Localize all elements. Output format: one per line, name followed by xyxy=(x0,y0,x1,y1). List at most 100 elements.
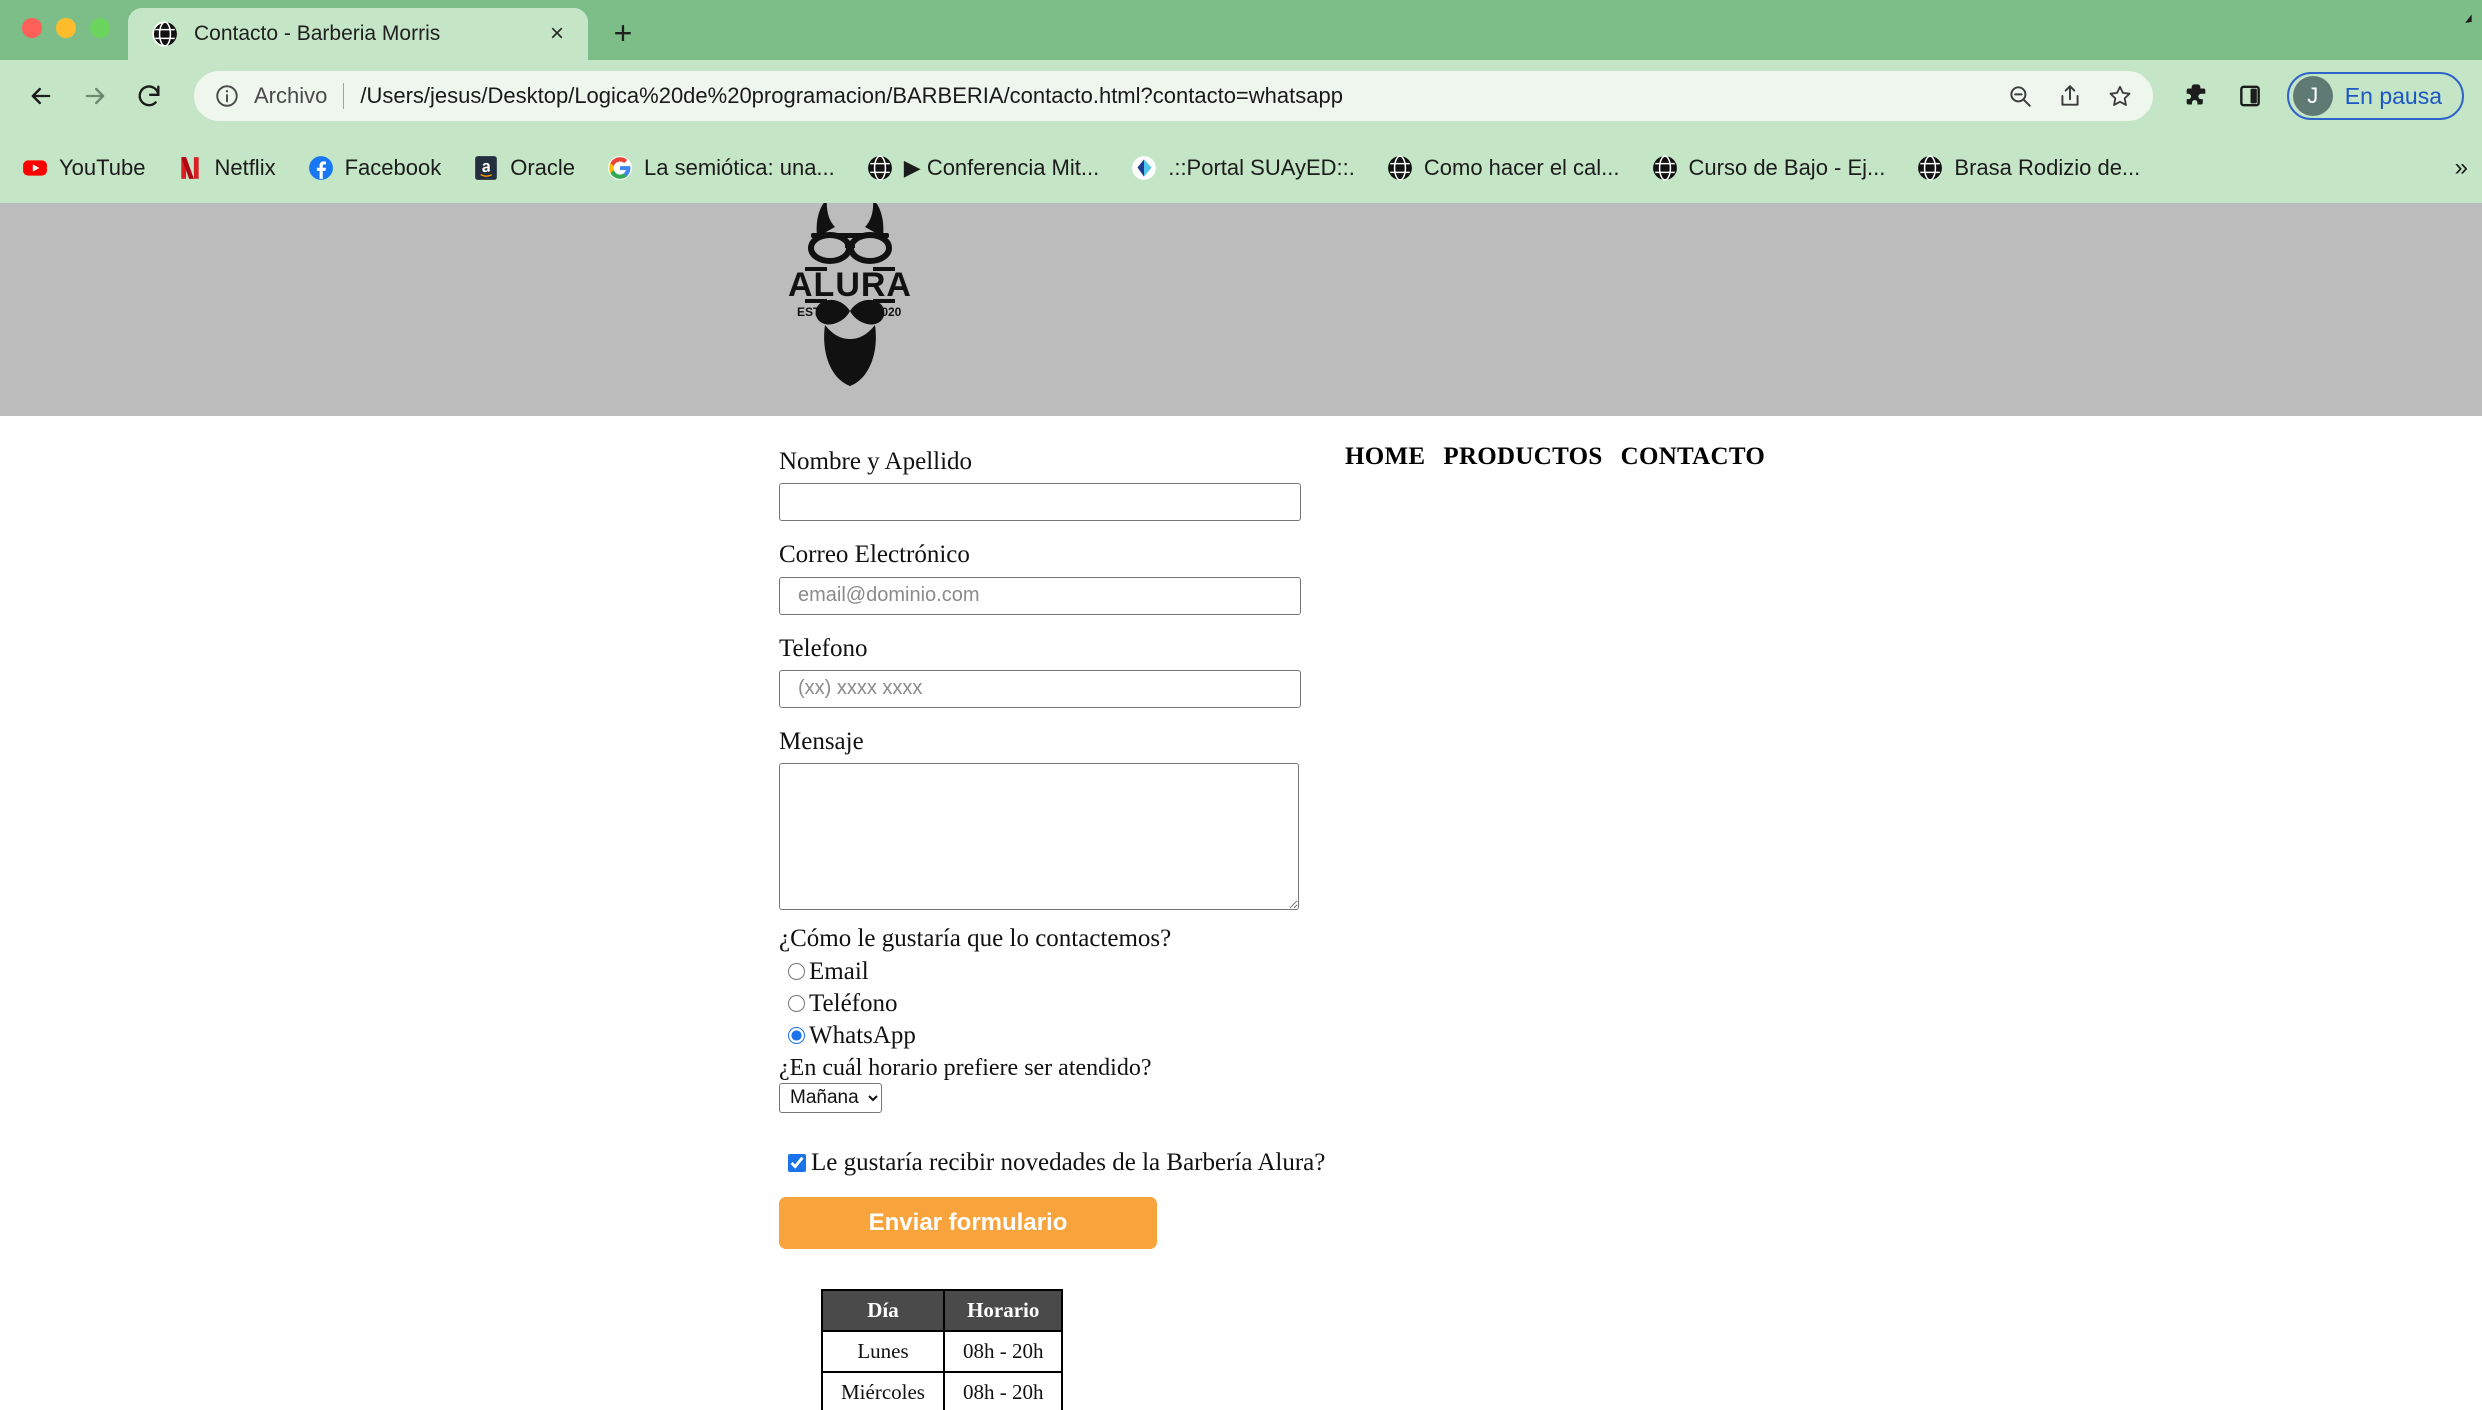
table-header-horario: Horario xyxy=(942,1288,1064,1332)
newsletter-checkbox-row[interactable]: Le gustaría recibir novedades de la Barb… xyxy=(788,1149,2482,1177)
browser-tab[interactable]: Contacto - Barberia Morris × xyxy=(128,8,588,60)
bookmark-item[interactable]: Brasa Rodizio de... xyxy=(1901,147,2156,189)
nombre-input[interactable] xyxy=(779,483,1301,522)
google-icon xyxy=(607,155,633,181)
schedule-select[interactable]: Mañana Tarde Noche xyxy=(779,1082,882,1113)
url-scheme-label: Archivo xyxy=(254,83,328,108)
info-icon[interactable] xyxy=(214,83,240,109)
nav-link-home[interactable]: HOME xyxy=(1345,443,1425,471)
reload-button[interactable] xyxy=(126,73,172,119)
globe-icon xyxy=(1652,154,1678,181)
table-cell-day: Miércoles xyxy=(821,1370,945,1410)
window-controls xyxy=(0,18,128,60)
new-tab-button[interactable]: + xyxy=(602,12,644,54)
table-row: Miércoles 08h - 20h xyxy=(821,1370,1064,1410)
bookmark-item[interactable]: Facebook xyxy=(292,147,458,189)
maximize-window-button[interactable] xyxy=(90,18,110,38)
bookmark-item[interactable]: YouTube xyxy=(6,147,161,189)
radio-input-whatsapp[interactable] xyxy=(788,1027,805,1044)
facebook-icon xyxy=(308,155,334,181)
url-text[interactable]: /Users/jesus/Desktop/Logica%20de%20progr… xyxy=(344,83,1996,109)
page-content: ALURA ESTD 2020 HOME PRODUCTOS CONTACTO … xyxy=(0,203,2482,1410)
resize-corner-icon xyxy=(2450,10,2476,36)
amazon-icon xyxy=(473,155,499,181)
side-panel-icon[interactable] xyxy=(2227,73,2273,119)
label-mensaje: Mensaje xyxy=(779,727,864,755)
radio-label-telefono: Teléfono xyxy=(809,989,898,1017)
globe-icon xyxy=(1917,154,1943,181)
browser-toolbar: Archivo /Users/jesus/Desktop/Logica%20de… xyxy=(0,60,2482,132)
address-bar[interactable]: Archivo /Users/jesus/Desktop/Logica%20de… xyxy=(194,71,2153,121)
bookmark-label: Curso de Bajo - Ej... xyxy=(1688,154,1886,180)
bookmark-item[interactable]: Curso de Bajo - Ej... xyxy=(1636,147,1902,189)
newsletter-checkbox[interactable] xyxy=(788,1153,806,1172)
table-cell-hours: 08h - 20h xyxy=(942,1329,1064,1373)
bookmark-label: Como hacer el cal... xyxy=(1423,154,1620,180)
table-row: Lunes 08h - 20h xyxy=(821,1329,1064,1373)
bookmarks-overflow-button[interactable]: » xyxy=(2455,154,2472,182)
omnibox-actions xyxy=(1997,73,2143,119)
bookmark-label: Brasa Rodizio de... xyxy=(1954,154,2141,180)
bookmark-item[interactable]: La semiótica: una... xyxy=(591,147,851,189)
tab-title: Contacto - Barberia Morris xyxy=(194,22,441,45)
globe-icon xyxy=(867,154,893,181)
nav-link-contacto[interactable]: CONTACTO xyxy=(1621,443,1766,471)
minimize-window-button[interactable] xyxy=(56,18,76,38)
contact-form: Nombre y Apellido Correo Electrónico Tel… xyxy=(0,416,2482,1410)
avatar: J xyxy=(2292,76,2333,116)
globe-icon xyxy=(152,21,178,47)
site-navigation: HOME PRODUCTOS CONTACTO xyxy=(1345,443,1765,471)
share-icon[interactable] xyxy=(2047,73,2093,119)
site-header: ALURA ESTD 2020 HOME PRODUCTOS CONTACTO xyxy=(0,203,2482,470)
bookmarks-bar: YouTube Netflix Facebook Oracle La semió xyxy=(0,132,2482,203)
bookmark-label: Netflix xyxy=(214,154,276,180)
radio-input-email[interactable] xyxy=(788,963,805,980)
bookmark-label: ▶ Conferencia Mit... xyxy=(903,154,1100,180)
bookmark-star-icon[interactable] xyxy=(2097,73,2143,119)
profile-button[interactable]: J En pausa xyxy=(2286,72,2464,120)
bookmark-label: YouTube xyxy=(59,154,146,180)
radio-label-email: Email xyxy=(809,957,869,985)
bookmark-label: Oracle xyxy=(510,154,575,180)
hours-table: Día Horario Lunes 08h - 20h Miércoles 08… xyxy=(821,1288,1064,1410)
close-window-button[interactable] xyxy=(22,18,42,38)
radio-option-whatsapp[interactable]: WhatsApp xyxy=(788,1021,2482,1051)
netflix-icon xyxy=(177,155,203,181)
bookmark-item[interactable]: Oracle xyxy=(457,147,591,189)
label-correo: Correo Electrónico xyxy=(779,541,970,569)
newsletter-label: Le gustaría recibir novedades de la Barb… xyxy=(811,1148,1326,1176)
extensions-icon[interactable] xyxy=(2173,73,2219,119)
table-cell-day: Lunes xyxy=(821,1329,945,1373)
table-header-dia: Día xyxy=(821,1288,945,1332)
forward-button[interactable] xyxy=(72,73,118,119)
alura-barber-logo: ALURA ESTD 2020 xyxy=(785,203,915,393)
bookmark-label: La semiótica: una... xyxy=(644,154,835,180)
bookmark-item[interactable]: .::Portal SUAyED::. xyxy=(1115,147,1371,189)
table-header-row: Día Horario xyxy=(821,1288,1064,1332)
radio-option-telefono[interactable]: Teléfono xyxy=(788,989,2482,1019)
zoom-out-icon[interactable] xyxy=(1997,73,2043,119)
bookmark-item[interactable]: ▶ Conferencia Mit... xyxy=(851,147,1115,189)
schedule-question: ¿En cuál horario prefiere ser atendido? xyxy=(779,1054,1152,1081)
label-telefono: Telefono xyxy=(779,634,868,662)
globe-icon xyxy=(1387,154,1413,181)
nav-link-productos[interactable]: PRODUCTOS xyxy=(1443,443,1602,471)
bookmark-label: .::Portal SUAyED::. xyxy=(1168,154,1355,180)
correo-input[interactable] xyxy=(779,576,1301,615)
bookmark-item[interactable]: Como hacer el cal... xyxy=(1371,147,1636,189)
radio-label-whatsapp: WhatsApp xyxy=(809,1021,916,1049)
browser-window: Contacto - Barberia Morris × + Archivo /… xyxy=(0,0,2482,1410)
youtube-icon xyxy=(22,155,48,181)
bookmark-item[interactable]: Netflix xyxy=(161,147,291,189)
back-button[interactable] xyxy=(18,73,64,119)
submit-button[interactable]: Enviar formulario xyxy=(779,1196,1157,1249)
radio-input-telefono[interactable] xyxy=(788,995,805,1012)
mensaje-textarea[interactable] xyxy=(779,763,1299,910)
radio-option-email[interactable]: Email xyxy=(788,957,2482,987)
table-cell-hours: 08h - 20h xyxy=(942,1370,1064,1410)
tab-strip: Contacto - Barberia Morris × + xyxy=(0,0,2482,60)
telefono-input[interactable] xyxy=(779,669,1301,708)
diamond-icon xyxy=(1131,155,1157,181)
contact-method-question: ¿Cómo le gustaría que lo contactemos? xyxy=(779,925,1172,952)
close-tab-button[interactable]: × xyxy=(542,19,572,49)
